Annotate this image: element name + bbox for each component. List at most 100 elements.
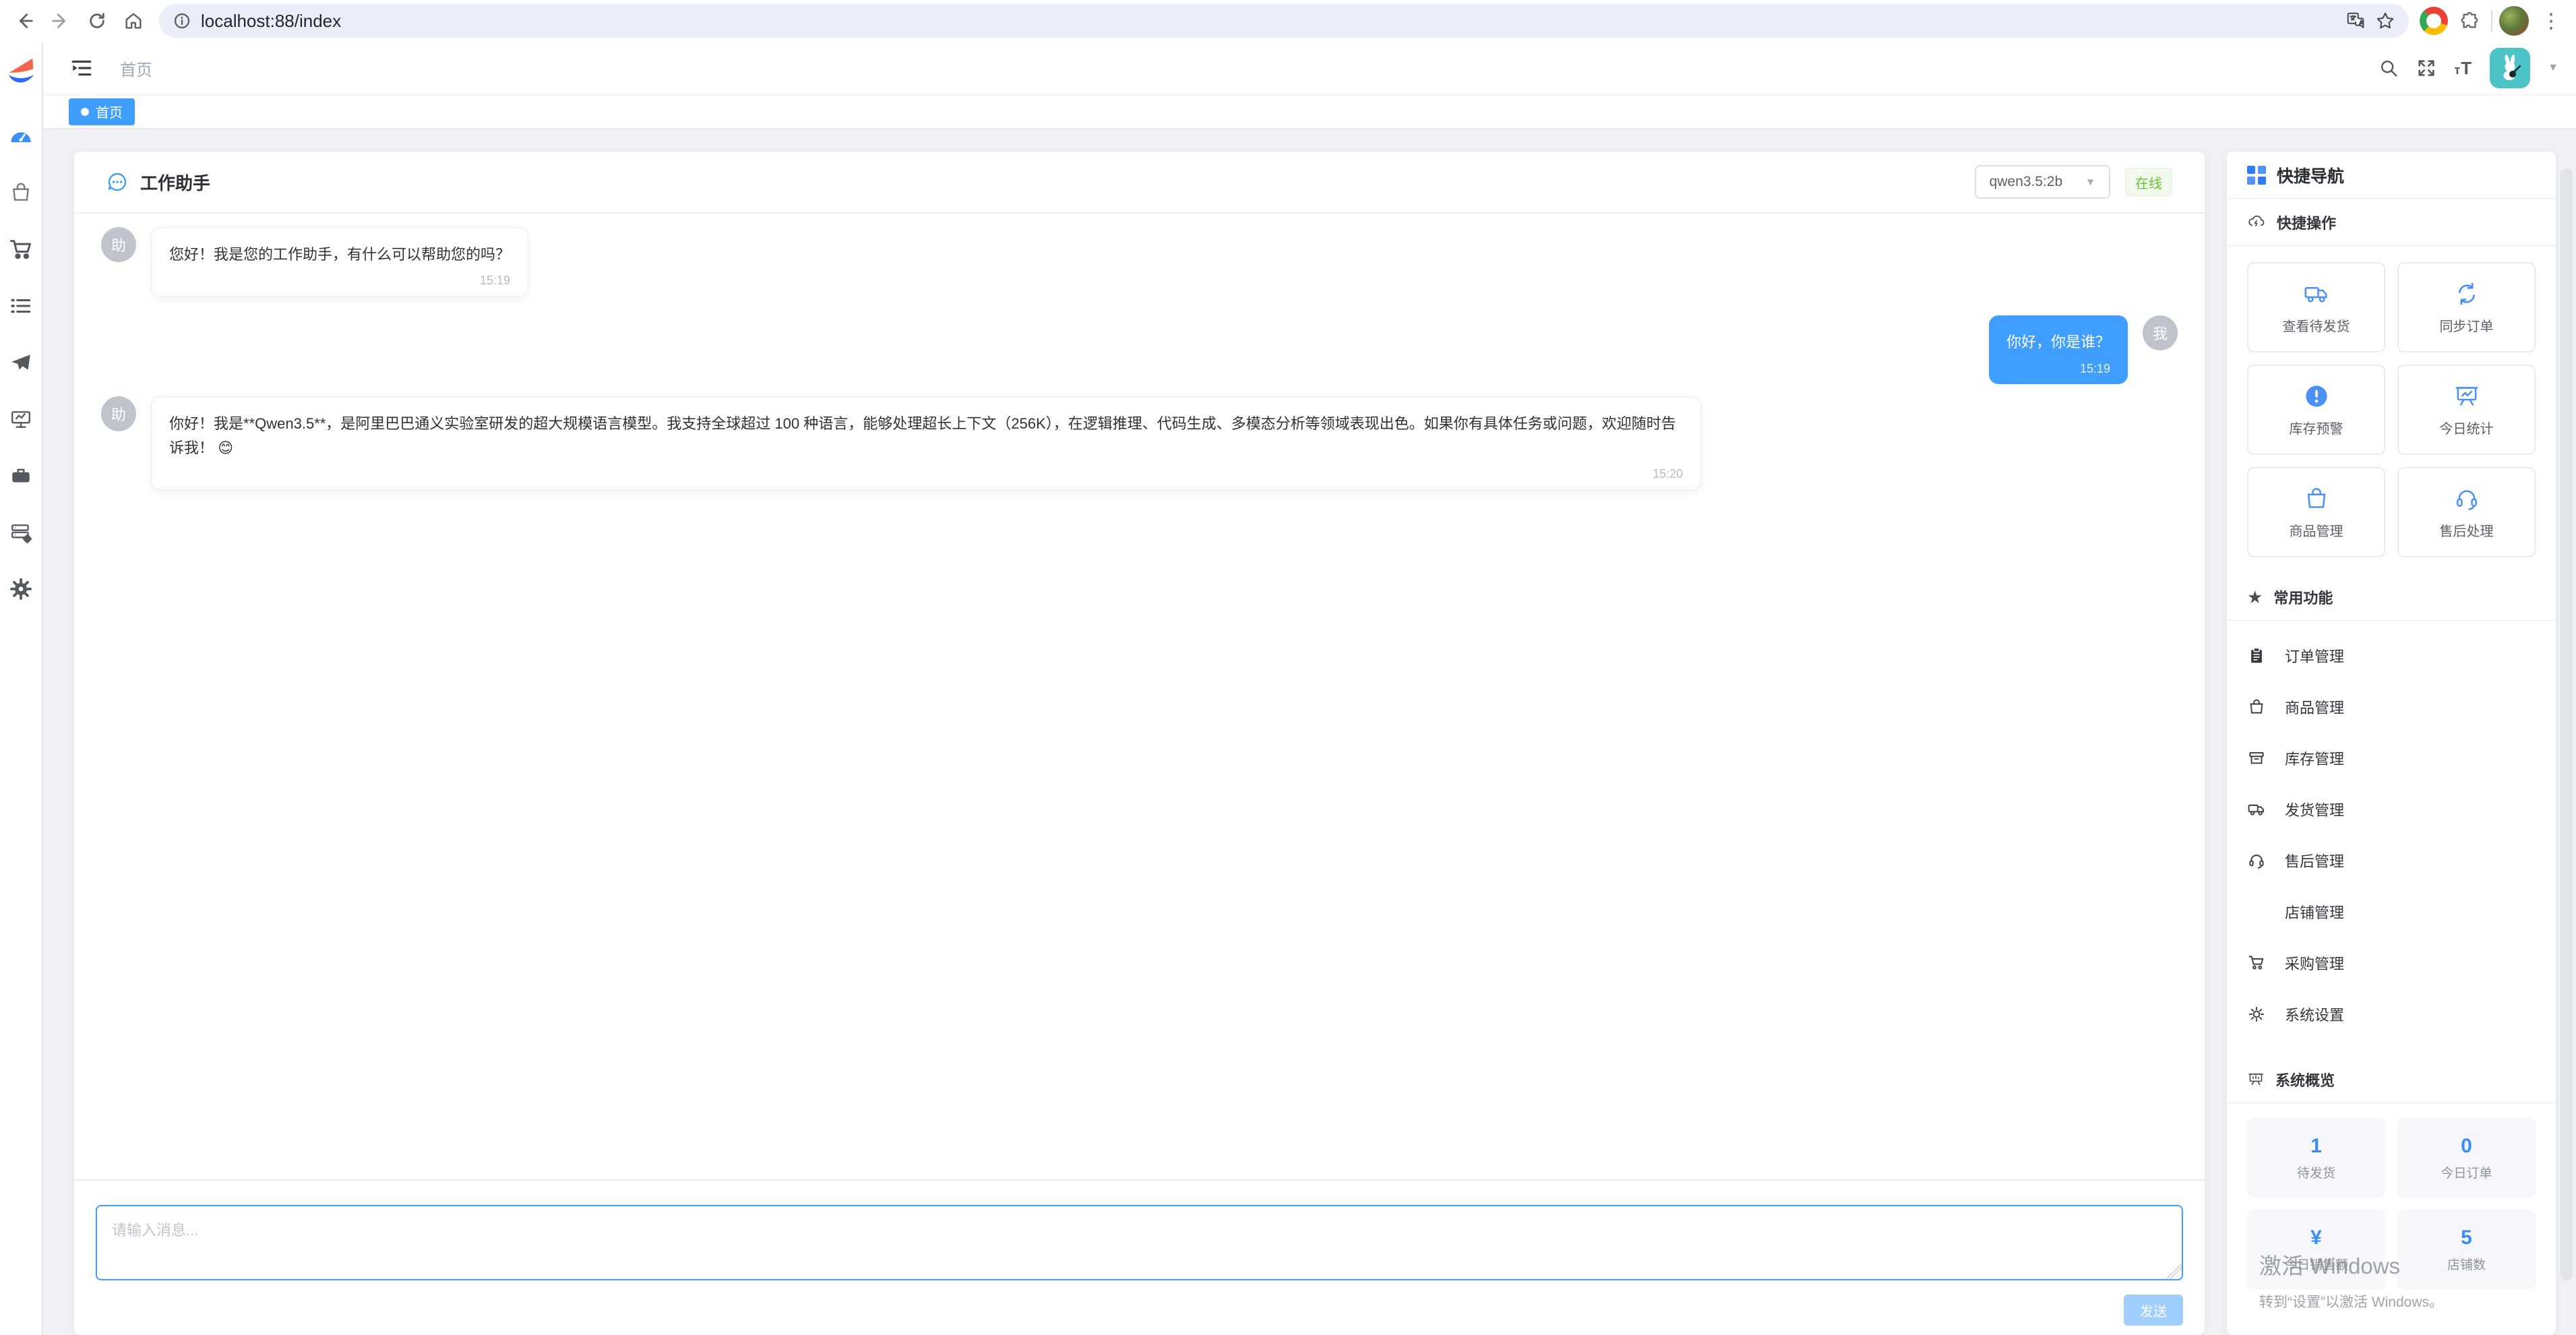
message-time: 15:20 <box>169 467 1683 481</box>
quick-action-view-pending-shipments[interactable]: 查看待发货 <box>2247 262 2385 352</box>
assistant-avatar: 助 <box>101 227 136 262</box>
fn-item-product-management[interactable]: 商品管理 <box>2247 681 2536 733</box>
quick-action-label: 今日统计 <box>2440 418 2494 437</box>
scrollbar[interactable] <box>2560 168 2573 1280</box>
clipboard-icon <box>2247 646 2266 665</box>
message-text: 您好！我是您的工作助手，有什么可以帮助您的吗？ <box>169 243 510 267</box>
sidebar-item-send-icon[interactable] <box>7 349 34 376</box>
message-row-user: 你好，你是谁？ 15:19 我 <box>101 315 2178 383</box>
cart-icon <box>2247 954 2266 972</box>
tab-home[interactable]: 首页 <box>69 98 135 125</box>
grid-icon <box>2247 166 2266 185</box>
stat-label: 待发货 <box>2297 1163 2335 1181</box>
quick-actions-grid: 查看待发货 同步订单 库存预警 <box>2227 246 2556 573</box>
sidebar-item-cart-icon[interactable] <box>7 236 34 263</box>
chat-input-area: 发送 <box>74 1179 2205 1335</box>
stat-today-orders: 0 今日订单 <box>2397 1118 2536 1198</box>
message-time: 15:19 <box>2006 362 2110 376</box>
quick-nav-header: 快捷导航 <box>2227 152 2556 199</box>
assistant-avatar: 助 <box>101 396 136 431</box>
chrome-logo[interactable] <box>2420 7 2448 35</box>
top-navbar: 首页 тT ▼ <box>43 42 2576 94</box>
message-text: 你好，你是谁？ <box>2006 330 2110 354</box>
browser-profile-avatar[interactable] <box>2499 6 2529 36</box>
stat-value: 1 <box>2310 1135 2322 1158</box>
reload-icon[interactable] <box>82 6 112 36</box>
fn-item-after-sales-management[interactable]: 售后管理 <box>2247 835 2536 886</box>
box-icon <box>2247 749 2266 768</box>
status-badge: 在线 <box>2125 168 2172 196</box>
model-select[interactable]: qwen3.5:2b ▼ <box>1975 165 2110 199</box>
fn-item-label: 店铺管理 <box>2285 901 2344 923</box>
sidebar-item-dashboard-icon[interactable] <box>7 123 34 150</box>
fn-item-purchase-management[interactable]: 采购管理 <box>2247 937 2536 989</box>
stat-pending-shipments: 1 待发货 <box>2247 1118 2385 1198</box>
fn-item-label: 采购管理 <box>2285 952 2344 974</box>
quick-actions-label: 快捷操作 <box>2227 199 2556 246</box>
presentation-chart-icon <box>2453 383 2480 410</box>
message-list[interactable]: 助 您好！我是您的工作助手，有什么可以帮助您的吗？ 15:19 你好，你是谁？ … <box>74 214 2205 1179</box>
translate-icon[interactable] <box>2345 11 2366 31</box>
fn-item-label: 售后管理 <box>2285 850 2344 871</box>
stat-value: ¥ <box>2310 1227 2322 1249</box>
fn-item-system-settings[interactable]: 系统设置 <box>2247 989 2536 1040</box>
headset-icon <box>2453 485 2480 512</box>
user-message-avatar: 我 <box>2143 315 2178 350</box>
message-input[interactable] <box>96 1205 2183 1280</box>
back-icon[interactable] <box>9 6 39 36</box>
quick-action-product-management[interactable]: 商品管理 <box>2247 467 2385 557</box>
message-time: 15:19 <box>169 274 510 288</box>
url-bar[interactable]: localhost:88/index <box>159 4 2409 38</box>
chevron-down-icon: ▼ <box>2085 177 2095 188</box>
forward-icon[interactable] <box>46 6 75 36</box>
caret-down-icon[interactable]: ▼ <box>2548 62 2558 74</box>
truck-icon <box>2247 800 2266 819</box>
quick-action-label: 同步订单 <box>2440 315 2494 335</box>
stat-value: 5 <box>2461 1227 2472 1249</box>
kebab-menu-icon[interactable]: ⋮ <box>2536 9 2567 33</box>
tab-label: 首页 <box>96 102 123 121</box>
fn-item-label: 订单管理 <box>2285 645 2344 666</box>
breadcrumb[interactable]: 首页 <box>120 57 152 80</box>
user-avatar[interactable] <box>2490 48 2530 88</box>
page-content: 工作助手 qwen3.5:2b ▼ 在线 助 您好！我是您的工作助手，有什么可以… <box>43 129 2576 1335</box>
fullscreen-icon[interactable] <box>2416 58 2436 78</box>
quick-action-inventory-alert[interactable]: 库存预警 <box>2247 365 2385 455</box>
bookmark-star-icon[interactable] <box>2375 11 2395 31</box>
quick-nav-panel: 快捷导航 快捷操作 查看待发货 <box>2227 152 2556 1335</box>
empty-icon-slot <box>2247 902 2266 921</box>
model-select-value: qwen3.5:2b <box>1990 174 2063 190</box>
message-row-assistant: 助 您好！我是您的工作助手，有什么可以帮助您的吗？ 15:19 <box>101 227 2178 297</box>
quick-actions-title: 快捷操作 <box>2277 212 2336 233</box>
shopping-bag-icon <box>2303 485 2330 512</box>
system-overview-stats: 1 待发货 0 今日订单 ¥ 今日销售额 5 店铺数 <box>2227 1103 2556 1304</box>
sidebar-item-list-icon[interactable] <box>7 292 34 319</box>
fn-item-inventory-management[interactable]: 库存管理 <box>2247 733 2536 784</box>
tab-bar: 首页 <box>43 94 2576 129</box>
quick-action-today-stats[interactable]: 今日统计 <box>2397 365 2536 455</box>
extensions-icon[interactable] <box>2455 6 2484 36</box>
sidebar-item-bag-icon[interactable] <box>7 179 34 206</box>
fn-item-label: 系统设置 <box>2285 1003 2344 1025</box>
send-button[interactable]: 发送 <box>2124 1295 2183 1326</box>
stat-label: 今日订单 <box>2441 1163 2492 1181</box>
quick-action-label: 库存预警 <box>2290 418 2343 437</box>
fn-item-shipping-management[interactable]: 发货管理 <box>2247 784 2536 835</box>
sidebar-item-monitor-chart-icon[interactable] <box>7 406 34 433</box>
quick-action-sync-orders[interactable]: 同步订单 <box>2397 262 2536 352</box>
sidebar-item-server-gear-icon[interactable] <box>7 519 34 546</box>
font-size-icon[interactable]: тT <box>2454 58 2472 79</box>
sidebar-item-gear-icon[interactable] <box>7 576 34 602</box>
fn-item-shop-management[interactable]: 店铺管理 <box>2247 886 2536 937</box>
presentation-board-icon <box>2247 1071 2265 1088</box>
home-icon[interactable] <box>119 6 148 36</box>
url-text[interactable]: localhost:88/index <box>201 11 2336 32</box>
menu-unfold-icon[interactable] <box>70 57 93 80</box>
sidebar-item-briefcase-icon[interactable] <box>7 462 34 489</box>
fn-item-label: 商品管理 <box>2285 696 2344 718</box>
search-icon[interactable] <box>2379 58 2399 78</box>
quick-action-after-sales[interactable]: 售后处理 <box>2397 467 2536 557</box>
fn-item-order-management[interactable]: 订单管理 <box>2247 630 2536 681</box>
site-info-icon[interactable] <box>173 11 191 30</box>
message-row-assistant: 助 你好！我是**Qwen3.5**，是阿里巴巴通义实验室研发的超大规模语言模型… <box>101 396 2178 491</box>
